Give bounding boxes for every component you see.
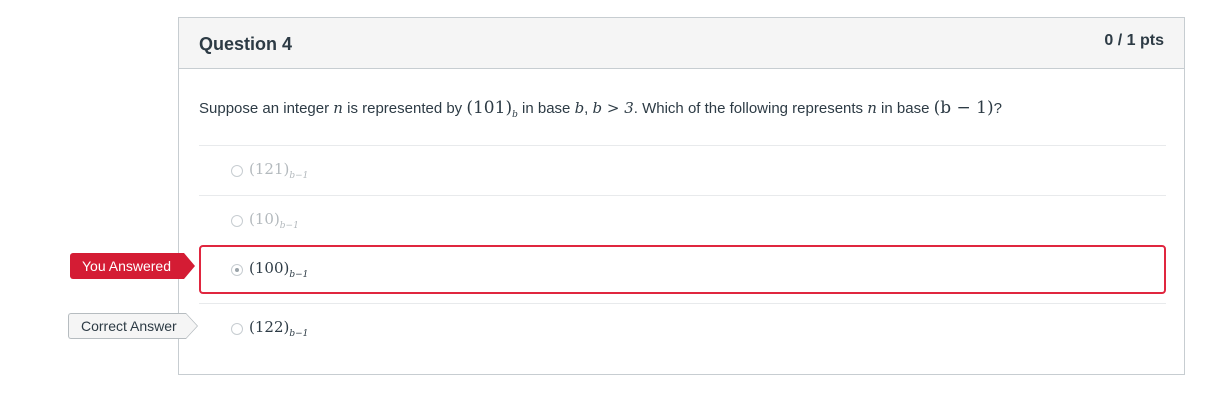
- question-points: 0 / 1 pts: [1104, 32, 1164, 49]
- answer-list: (121)b−1 (10)b−1 (100)b−1 (122)b−1: [199, 145, 1166, 353]
- math-inequality: b > 3: [592, 99, 634, 117]
- question-text-part: in base: [517, 100, 575, 117]
- math-base: (b − 1): [933, 98, 994, 118]
- answer-subscript: b−1: [279, 221, 299, 231]
- question-text-part: is represented by: [342, 100, 467, 117]
- correct-answer-flag: Correct Answer: [68, 313, 198, 339]
- question-text: Suppose an integer n is represented by (…: [199, 98, 1002, 120]
- question-card: Question 4 0 / 1 pts Suppose an integer …: [178, 17, 1185, 375]
- question-title: Question 4: [199, 34, 293, 54]
- radio-button[interactable]: [231, 323, 243, 335]
- you-answered-flag: You Answered: [70, 253, 195, 279]
- radio-button-checked[interactable]: [231, 264, 243, 276]
- question-text-part: ,: [584, 100, 593, 117]
- question-text-part: Suppose an integer: [199, 100, 334, 117]
- math-n: n: [333, 99, 343, 117]
- answer-subscript: b−1: [289, 171, 309, 181]
- answer-label: (100)b−1: [249, 259, 309, 280]
- question-header: Question 4 0 / 1 pts: [179, 18, 1184, 69]
- answer-value: (121): [249, 160, 290, 178]
- question-text-part: in base: [876, 100, 934, 117]
- question-text-part: ?: [993, 100, 1002, 117]
- answer-option-2[interactable]: (10)b−1: [199, 196, 1166, 245]
- answer-label: (122)b−1: [249, 318, 309, 339]
- answer-value: (122): [249, 318, 290, 336]
- answer-subscript: b−1: [289, 270, 309, 280]
- answer-value: (100): [249, 259, 290, 277]
- answer-label: (121)b−1: [249, 160, 309, 181]
- radio-button[interactable]: [231, 215, 243, 227]
- answer-option-3-selected[interactable]: (100)b−1: [199, 245, 1166, 294]
- math-b: b: [574, 99, 585, 117]
- answer-label: (10)b−1: [249, 210, 299, 231]
- radio-button[interactable]: [231, 165, 243, 177]
- math-subscript: b: [512, 110, 518, 120]
- answer-value: (10): [249, 210, 280, 228]
- math-number: (101): [466, 98, 513, 118]
- math-n: n: [867, 99, 877, 117]
- answer-option-1[interactable]: (121)b−1: [199, 146, 1166, 195]
- question-text-part: . Which of the following represents: [633, 100, 868, 117]
- answer-option-4-correct[interactable]: (122)b−1: [199, 304, 1166, 353]
- answer-subscript: b−1: [289, 329, 309, 339]
